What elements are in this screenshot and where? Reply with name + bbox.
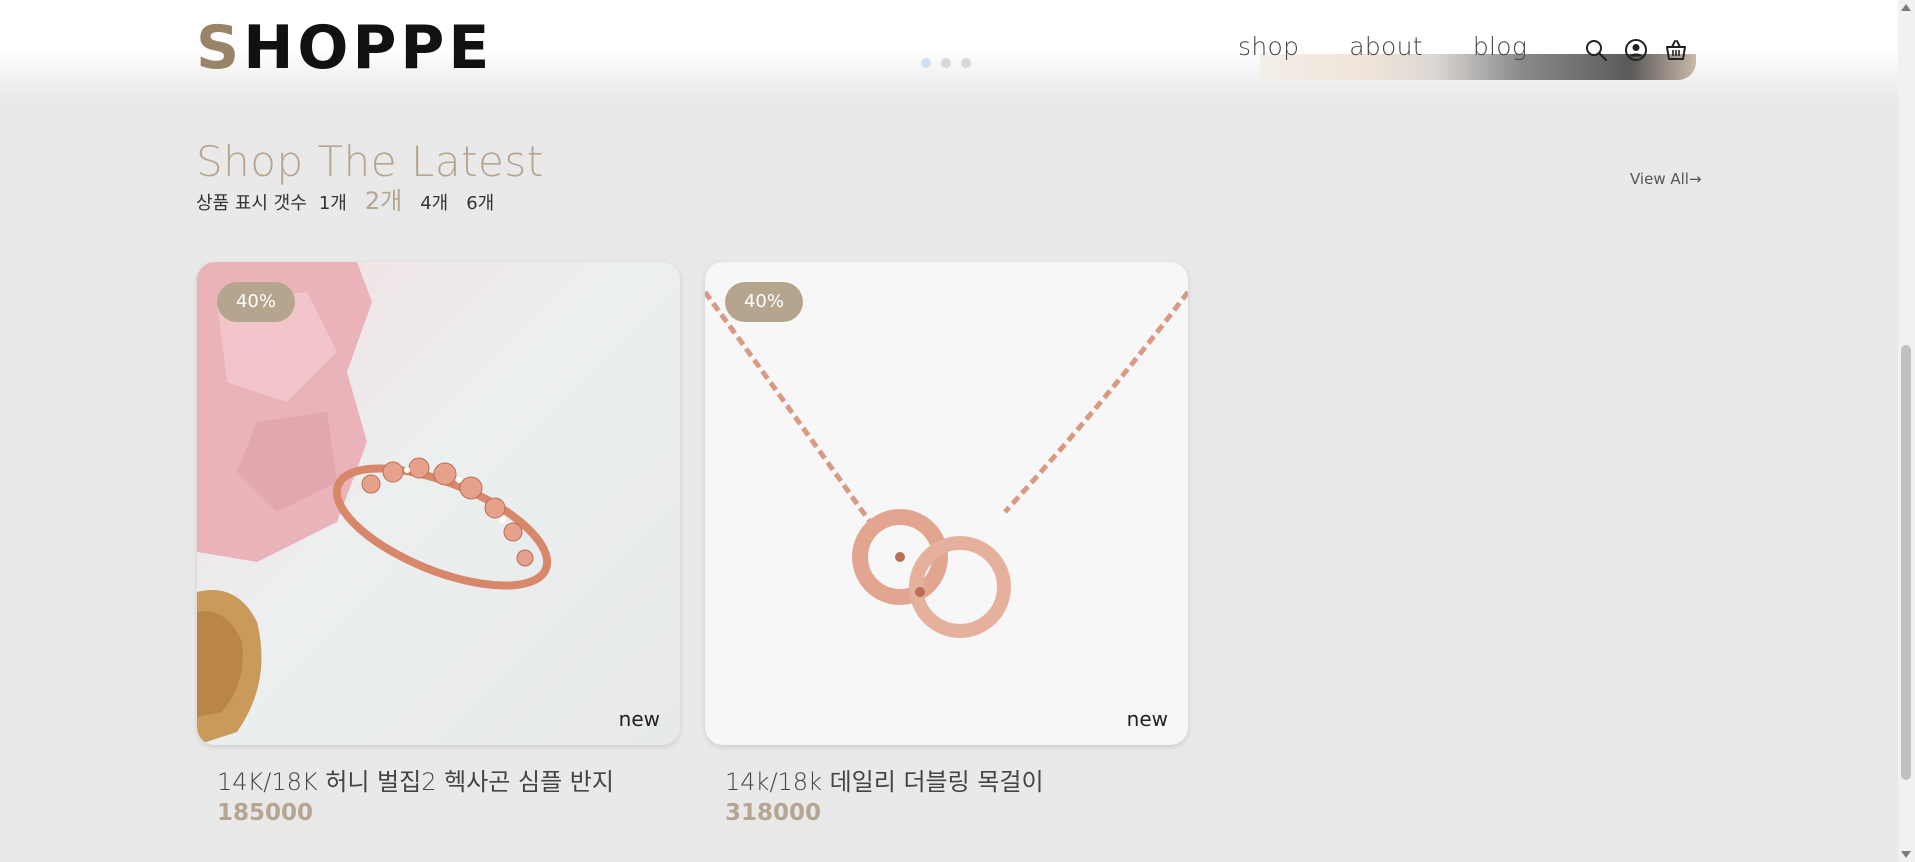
product-price: 318000 [725,800,822,826]
count-option-2[interactable]: 2개 [365,186,402,216]
logo-text: HOPPE [243,13,494,83]
nav-blog[interactable]: blog [1473,32,1527,61]
header-icons [1584,38,1688,62]
product-card-necklace[interactable]: 40% new [705,262,1188,745]
product-price: 185000 [217,800,314,826]
section-title: Shop The Latest [196,137,544,186]
scrollbar-thumb[interactable] [1901,345,1911,780]
search-icon[interactable] [1584,38,1608,62]
user-icon[interactable] [1624,38,1648,62]
count-option-4[interactable]: 4개 [420,189,448,219]
carousel-dot-3[interactable] [961,58,971,68]
logo-letter: S [196,13,244,83]
product-count-selector: 상품 표시 갯수 1개 2개 4개 6개 [196,186,512,219]
new-tag: new [1126,707,1168,731]
count-option-6[interactable]: 6개 [466,189,494,219]
count-label: 상품 표시 갯수 [196,193,307,214]
cart-icon[interactable] [1664,38,1688,62]
discount-badge: 40% [725,282,803,322]
main-nav: shop about blog [1238,32,1527,61]
product-image-necklace [705,290,1188,638]
logo[interactable]: SHOPPE [196,16,493,80]
product-card-ring[interactable]: 40% new [197,262,680,745]
product-name[interactable]: 14k/18k 데일리 더블링 목걸이 [725,762,1044,797]
discount-badge: 40% [217,282,295,322]
scroll-down-icon[interactable] [1901,851,1911,858]
page-scrollbar[interactable] [1898,0,1915,862]
view-all-link[interactable]: View All→ [1630,170,1702,188]
nav-shop[interactable]: shop [1238,32,1299,61]
new-tag: new [618,707,660,731]
product-name[interactable]: 14K/18K 허니 벌집2 헥사곤 심플 반지 [217,762,614,797]
product-image-ring [197,262,552,745]
carousel-dot-2[interactable] [941,58,951,68]
carousel-dots [921,58,971,68]
nav-about[interactable]: about [1349,32,1423,61]
carousel-dot-1[interactable] [921,58,931,68]
scroll-up-icon[interactable] [1901,4,1911,11]
count-option-1[interactable]: 1개 [319,189,347,219]
